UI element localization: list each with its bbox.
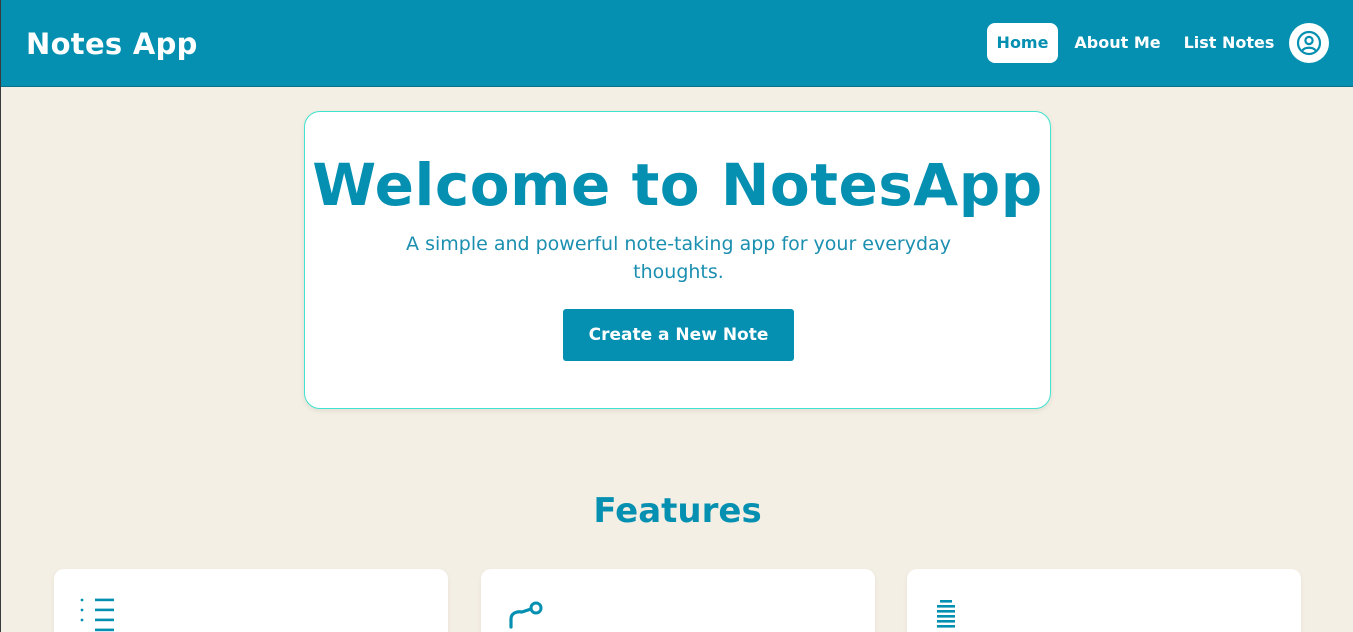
profile-button[interactable] [1289,23,1329,63]
hero-card: Welcome to NotesApp A simple and powerfu… [304,111,1051,409]
hero-title: Welcome to NotesApp [312,151,1043,219]
user-circle-icon [1296,30,1322,56]
nav-link-list-notes[interactable]: List Notes [1181,23,1277,63]
nav-link-about-me[interactable]: About Me [1071,23,1164,63]
list-icon [80,598,114,632]
feature-card [907,569,1301,632]
features-heading: Features [593,491,762,531]
link-icon [509,601,543,629]
navbar: Notes App Home About Me List Notes [1,0,1353,87]
feature-card [481,569,875,632]
hero-subtitle: A simple and powerful note-taking app fo… [406,233,951,283]
feature-card [54,569,448,632]
stack-icon [937,600,955,628]
brand-title[interactable]: Notes App [26,26,198,62]
nav-link-home[interactable]: Home [987,23,1058,63]
create-note-button[interactable]: Create a New Note [563,309,794,361]
